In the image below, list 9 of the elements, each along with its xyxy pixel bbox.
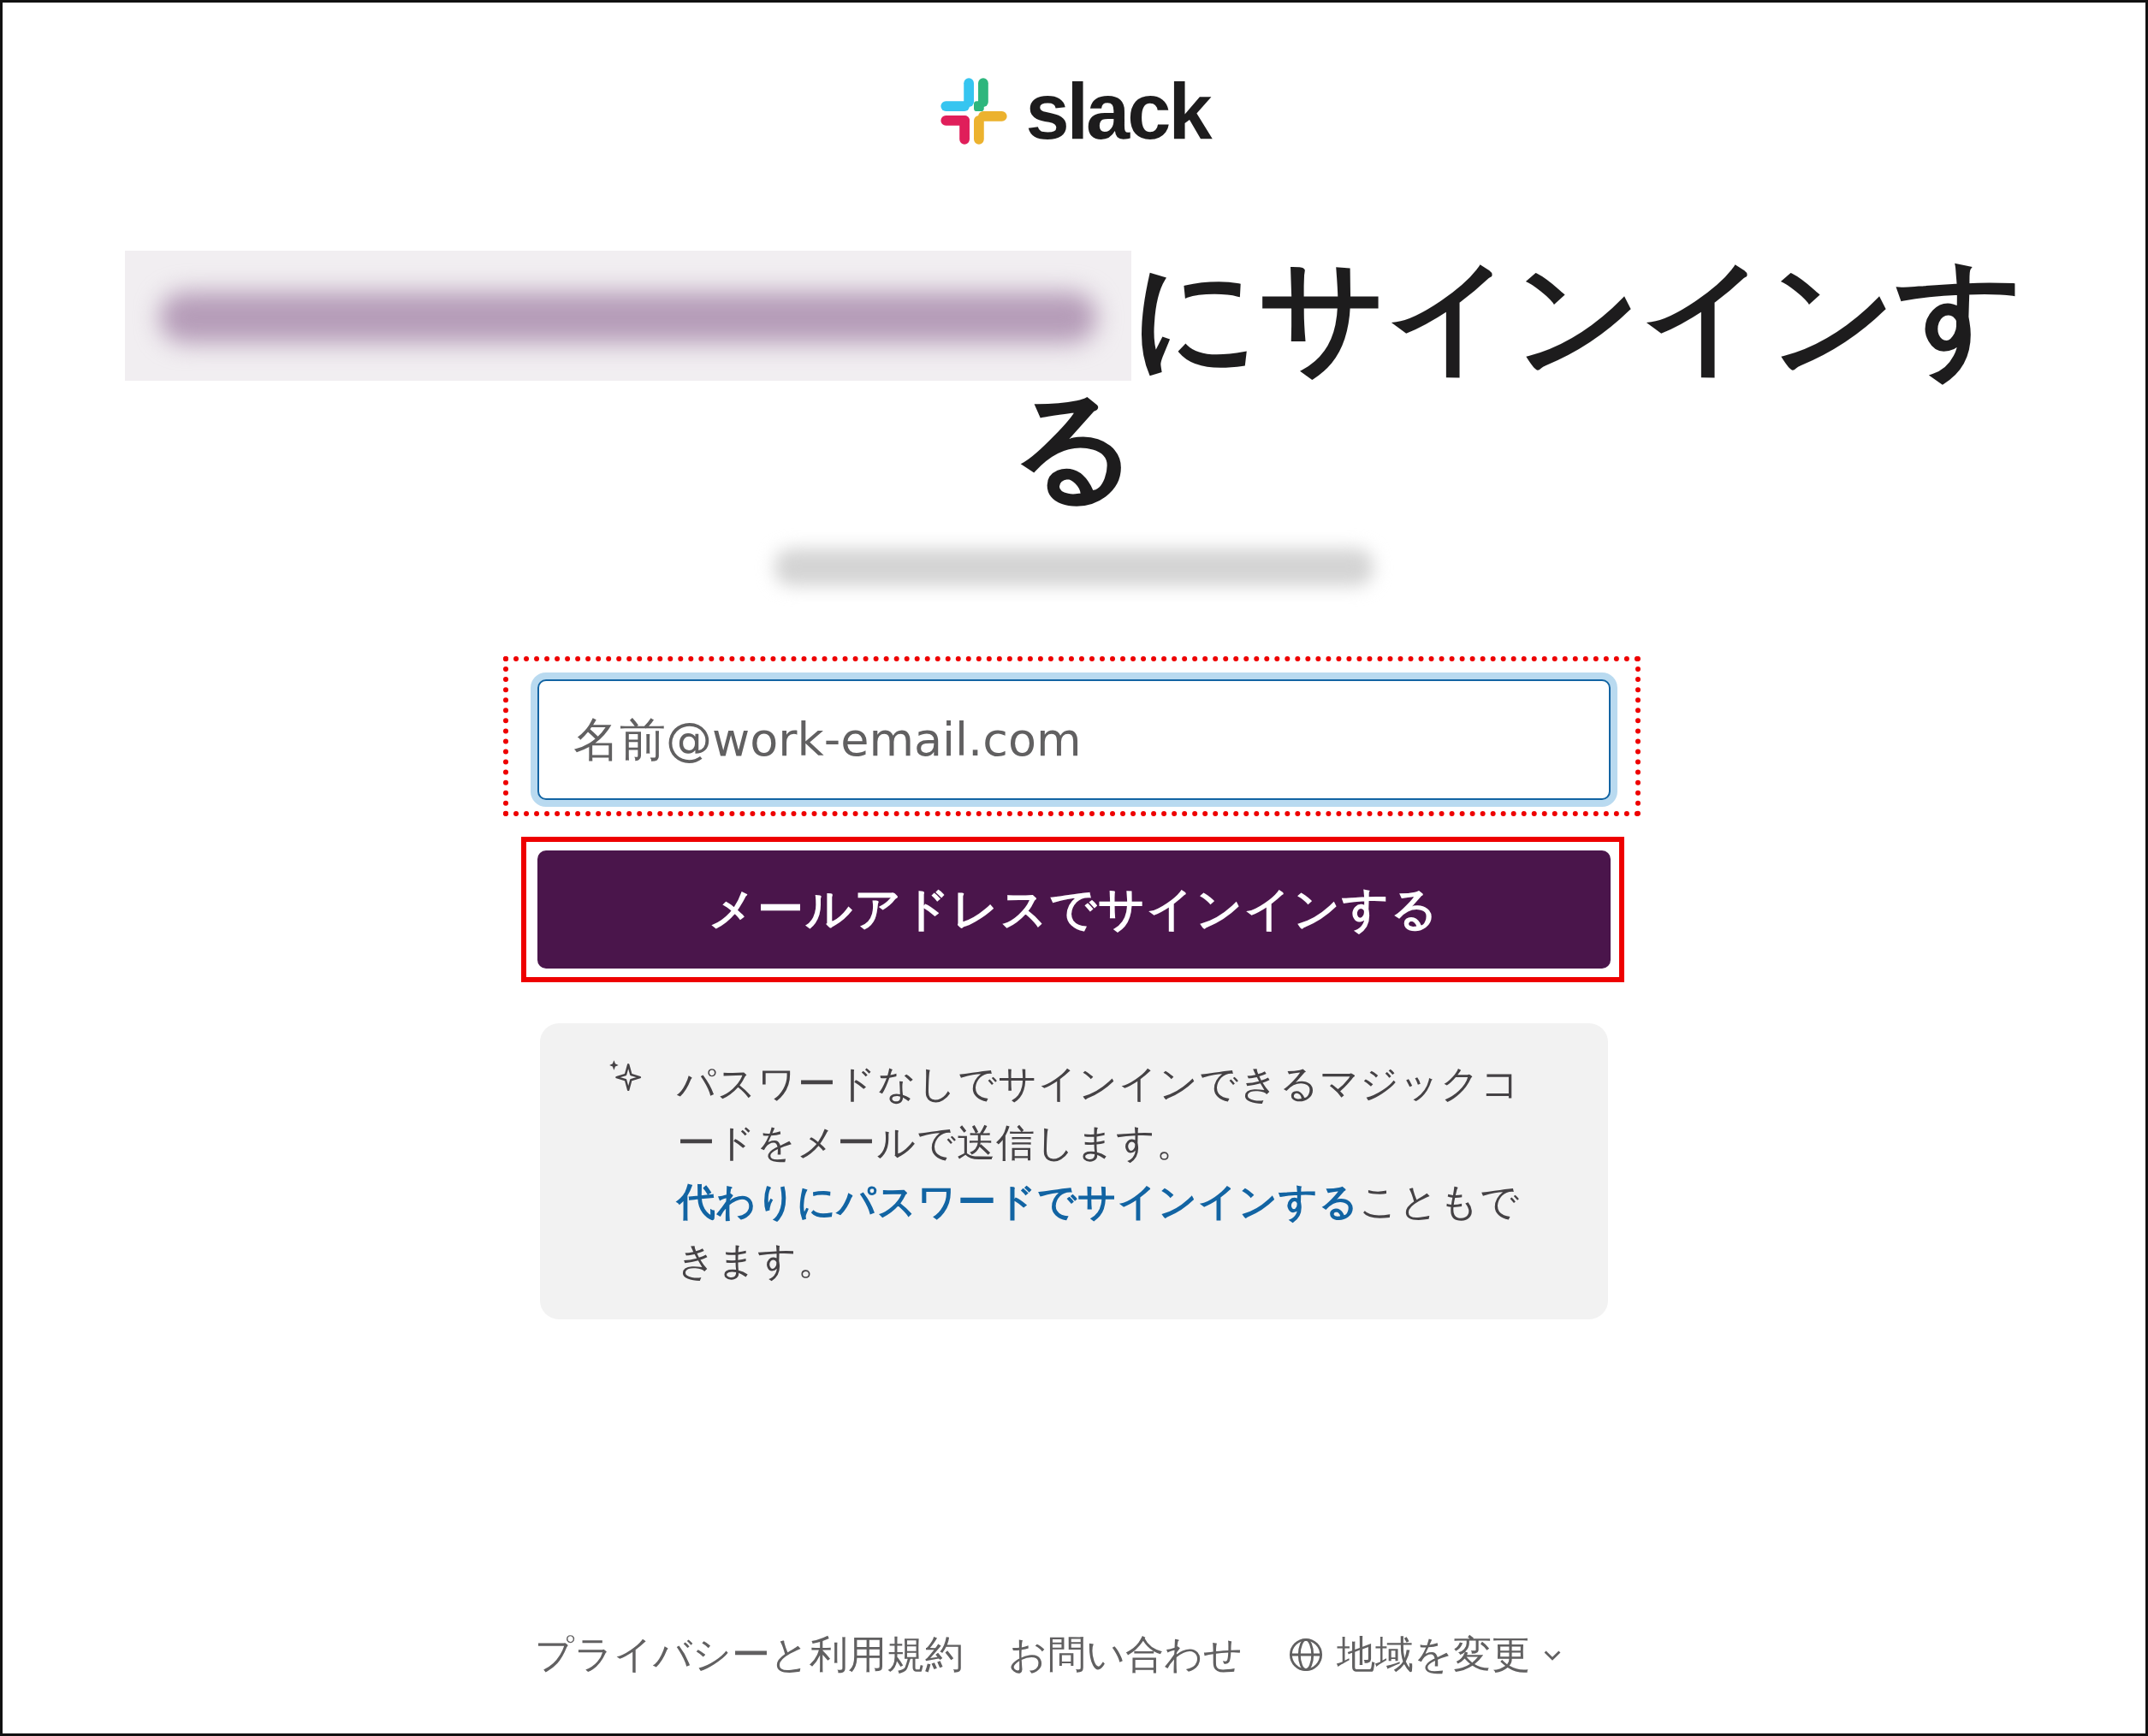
sign-in-heading: にサインインする: [1010, 243, 2024, 518]
footer-link[interactable]: プライバシーと利用規約: [534, 1629, 964, 1680]
logo-wordmark: slack: [1025, 73, 1210, 150]
footer-link[interactable]: お問い合わせ: [1007, 1629, 1243, 1680]
magic-code-message: パスワードなしでサインインできるマジックコードをメールで送信します。 代わりにパスワードでサインインする こともできます。: [677, 1060, 1522, 1285]
password-sign-in-link[interactable]: 代わりにパスワードでサインインする: [677, 1179, 1359, 1224]
email-field[interactable]: 名前@work-email.com: [537, 679, 1611, 800]
sign-in-button[interactable]: メールアドレスでサインインする: [537, 850, 1611, 969]
region-selector[interactable]: 地域を変更: [1286, 1629, 1563, 1680]
